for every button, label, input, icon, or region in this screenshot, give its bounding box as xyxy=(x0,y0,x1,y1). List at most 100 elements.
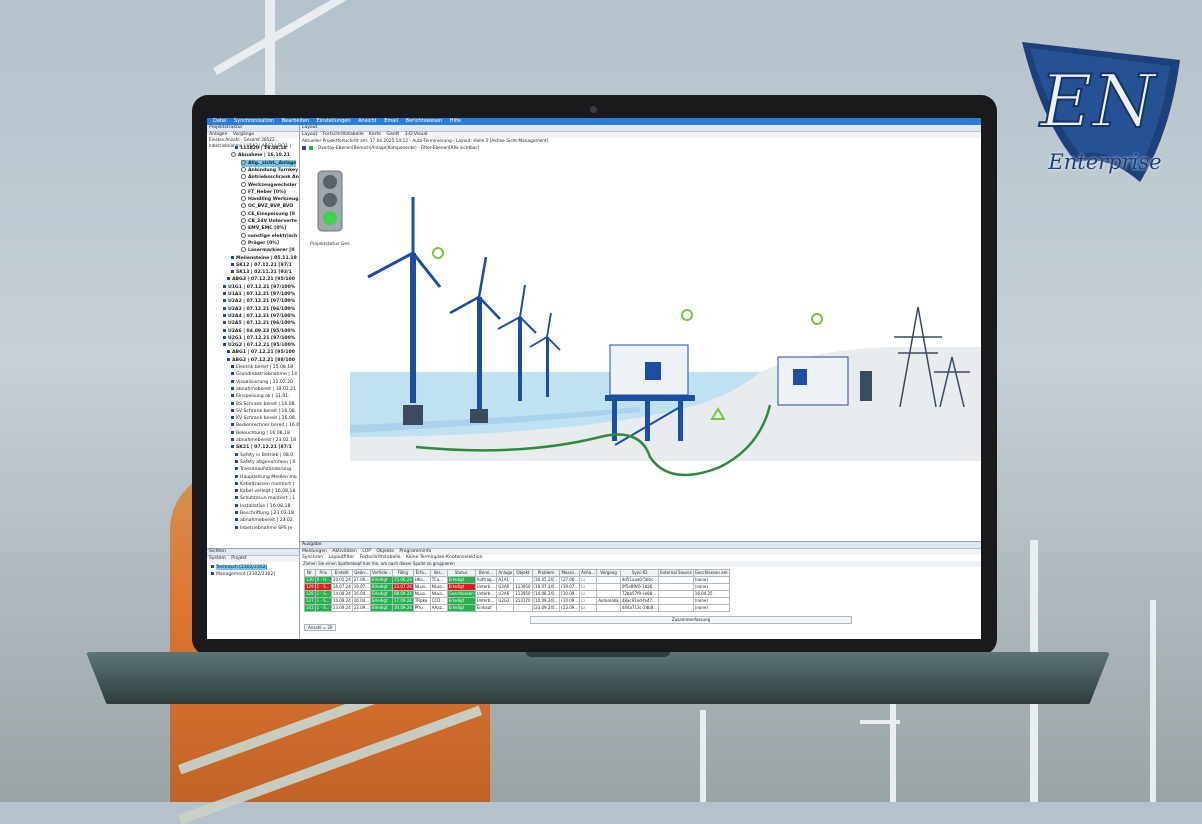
tab-projekt[interactable]: Projekt xyxy=(231,556,247,561)
lop-table[interactable]: Nr. Prio Erstellt Geän... Verfülle... Fällig E… xyxy=(304,569,730,612)
tree-node[interactable]: ABG2 | 07.12.21 [88/100 xyxy=(227,357,295,364)
menu-bearbeiten[interactable]: Bearbeiten xyxy=(282,118,309,125)
tree-node[interactable]: Beleuchtung | 16.08.18 xyxy=(231,430,290,437)
tree-node[interactable]: Trassenaufständerung xyxy=(235,466,291,473)
column-header[interactable]: Anha... xyxy=(579,569,598,577)
tree-node[interactable]: 111820 | 16.08.18 xyxy=(235,145,287,152)
tree-node[interactable]: Schutzzaun montiert | 1 xyxy=(235,495,295,502)
column-header[interactable]: Massn... xyxy=(559,569,581,577)
column-header[interactable]: Geän... xyxy=(351,569,372,577)
tree-node[interactable]: Werkzeugwechsler xyxy=(241,181,297,189)
traffic-light-icon[interactable] xyxy=(317,170,343,232)
tree-node[interactable]: Bedienrechner bereit | 16.0 xyxy=(231,422,299,429)
tree-node[interactable]: Safety abgenommen | 0 xyxy=(235,459,295,466)
column-header[interactable]: Sync-ID xyxy=(619,569,660,577)
column-header[interactable]: External Source xyxy=(658,569,694,577)
tree-node[interactable]: U2A5 | 07.12.21 [96/100% xyxy=(223,320,295,327)
tab-layout[interactable]: Layout xyxy=(302,132,317,137)
tree-node[interactable]: sonstige elektrisch xyxy=(241,232,297,240)
fortschrittstabelle-button[interactable]: Fortschrittstabelle xyxy=(360,555,401,560)
tree-node[interactable]: Visualisierung | 11.02.20 xyxy=(231,379,293,386)
tree-node[interactable]: SV Schrank bereit | 16.08. xyxy=(231,408,296,415)
tree-node[interactable]: Abnahme | 16.10.21 xyxy=(231,152,290,159)
tree-node[interactable]: SK12 | 07.12.21 [97/1 xyxy=(231,262,292,269)
menu-einstellungen[interactable]: Einstellungen xyxy=(317,118,351,125)
column-header[interactable]: Problem xyxy=(531,569,561,577)
tree-node[interactable]: U2A4 | 07.12.21 [97/100% xyxy=(223,313,295,320)
project-tree[interactable]: 111820 | 16.08.18 Abnahme | 16.10.21 Allg.… xyxy=(207,145,299,555)
column-header[interactable]: Erfa... xyxy=(412,569,431,577)
column-header[interactable]: Nr. xyxy=(304,569,316,577)
tab-gantt[interactable]: Gantt xyxy=(387,132,400,137)
overlay-toolbar[interactable]: Overlay-Ebenen[Bereich|Anlage|Komponente… xyxy=(300,145,981,152)
tree-node[interactable]: ABG1 | 07.12.21 [95/100 xyxy=(227,349,295,356)
tree-node[interactable]: CB_24V Unterverte xyxy=(241,218,297,225)
tree-node[interactable]: Kabel verlegt | 16.08.18 xyxy=(235,488,295,495)
tree-node[interactable]: abnahmebereit | 23.02.18 xyxy=(231,437,296,444)
terminplan-selection[interactable]: Keine Terminplan-Knotenselektion xyxy=(406,555,482,560)
tree-node[interactable]: Inbetriebnahme SPS Je xyxy=(235,525,292,532)
tab-programminfo[interactable]: Programminfo xyxy=(399,549,431,554)
table-row[interactable]: 128 1 - S... 14.08.24 16.04... Erledigt 08.09… xyxy=(304,590,730,598)
tree-node[interactable]: BS Schrank bereit | 16.08. xyxy=(231,401,296,408)
tab-karte[interactable]: Karte xyxy=(369,132,381,137)
column-header[interactable]: Vorgang xyxy=(596,569,621,577)
tree-node[interactable]: Installation | 16.08.18 xyxy=(235,503,290,510)
tree-node[interactable]: EMV_EMC [0%] xyxy=(241,225,286,232)
tree-node[interactable]: SK13 | 02.11.21 [93/1 xyxy=(231,269,292,276)
column-header[interactable]: Verfülle... xyxy=(370,569,393,577)
table-row[interactable]: 130 0 - H... 20.05.24 27.06... Erledigt 15.06… xyxy=(304,576,730,584)
tab-aktivitaeten[interactable]: Aktivitäten xyxy=(332,549,357,554)
tab-lop[interactable]: LOP xyxy=(362,549,371,554)
column-header[interactable]: Status xyxy=(446,569,476,577)
tree-node[interactable]: U2G1 | 07.12.21 [97/100% xyxy=(223,335,295,342)
tree-node[interactable]: Elektrik bereit | 15.08.18 xyxy=(231,364,293,371)
tree-node[interactable]: FT_Heber [0%] xyxy=(241,188,286,196)
tree-node[interactable]: Antriebsschrank An xyxy=(241,174,299,181)
column-header[interactable]: Geschlossen am xyxy=(692,569,730,577)
tree-node[interactable]: Lasermarkierer [0 xyxy=(241,247,295,254)
tree-node[interactable]: Safety in Betrieb | 08.0 xyxy=(235,452,293,459)
tree-node[interactable]: Hauptleitung Medien mo xyxy=(235,474,297,481)
tab-meldungen[interactable]: Meldungen xyxy=(302,549,327,554)
menu-ansicht[interactable]: Ansicht xyxy=(358,118,376,125)
tab-3d-visual[interactable]: 3-D Visual xyxy=(405,132,428,137)
layoutfilter-button[interactable]: Layoutfilter xyxy=(329,555,355,560)
tree-node[interactable]: Beschriftung | 23.02.18 xyxy=(235,510,294,517)
column-header[interactable]: Fällig xyxy=(392,569,414,577)
column-header[interactable]: Berei... xyxy=(474,569,498,577)
view-item-management[interactable]: Management [2302/2302] xyxy=(211,571,299,578)
tree-node[interactable]: U1G1 | 07.12.21 [97/100% xyxy=(223,284,295,291)
menu-synchronisation[interactable]: Synchronisation xyxy=(234,118,274,125)
menu-datei[interactable]: Datei xyxy=(213,118,226,125)
column-header[interactable]: Erstellt xyxy=(330,569,353,577)
tree-node[interactable]: Kabeltrassen montiert | xyxy=(235,481,294,488)
tab-fortschrittstabelle[interactable]: Fortschrittstabelle xyxy=(323,132,364,137)
tree-node[interactable]: CE_Einspeisung [0 xyxy=(241,210,295,218)
column-header[interactable]: Anlage xyxy=(496,569,515,577)
tab-system[interactable]: System xyxy=(209,556,226,561)
menu-berichtswesen[interactable]: Berichtswesen xyxy=(406,118,442,125)
tab-objekte[interactable]: Objekte xyxy=(376,549,394,554)
menu-hilfe[interactable]: Hilfe xyxy=(450,118,461,125)
tree-node[interactable]: U1A1 | 07.12.21 [97/100% xyxy=(223,291,295,298)
tree-node[interactable]: Grundinbetriebnahme | 14 xyxy=(231,371,297,378)
filter-icon[interactable] xyxy=(309,145,314,150)
tree-node[interactable]: abnahmebereit | 23.02. xyxy=(235,517,294,524)
overlay-icon[interactable] xyxy=(302,145,306,150)
tree-node[interactable]: abnahmebereit | 19.01.21 xyxy=(231,386,296,393)
table-row[interactable]: 103 1 - S... 23.09.24 23.09... Erledigt 30.09… xyxy=(304,604,730,612)
tree-node[interactable]: U2A3 | 07.12.21 [96/100% xyxy=(223,306,295,313)
table-row[interactable]: 127 1 - S... 10.09.24 16.04... Erledigt 17.09… xyxy=(304,597,730,605)
tree-node[interactable]: Allg._sicht._Anlage xyxy=(241,159,297,167)
plant-layout-canvas[interactable]: Projektstatus Gesamt xyxy=(300,157,981,541)
sync-button[interactable]: Synchron xyxy=(302,555,323,560)
tree-node[interactable]: KV Schrank bereit | 16.08. xyxy=(231,415,296,422)
tree-node[interactable]: U2A2 | 07.12.21 [97/100% xyxy=(223,298,295,305)
tree-node[interactable]: Einspeisung ok | 31.01. xyxy=(231,393,290,400)
column-header[interactable]: Objekt xyxy=(513,569,533,577)
view-item-technisch[interactable]: Technisch [2302/2302] xyxy=(211,564,299,571)
tree-node[interactable]: ABG2 | 07.12.21 [95/100 xyxy=(227,276,295,283)
tree-node[interactable]: Handling Werkzeug xyxy=(241,196,299,203)
tree-node[interactable]: Anbindung Turnkey xyxy=(241,166,298,174)
